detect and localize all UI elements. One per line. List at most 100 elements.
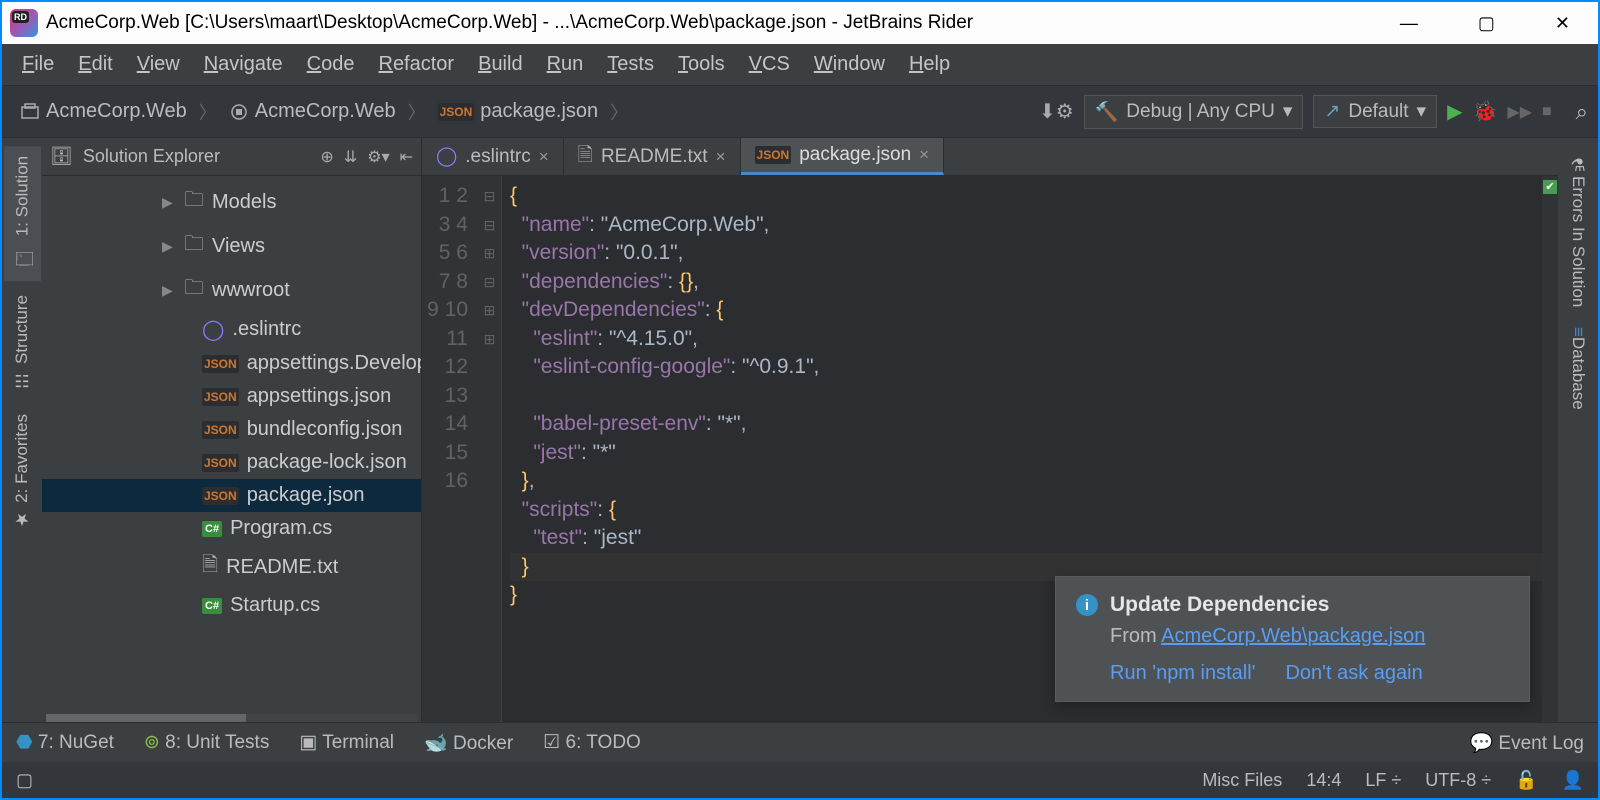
close-icon[interactable]: × (539, 147, 549, 167)
tool-tab-solution[interactable]: 🗔1: Solution (4, 146, 41, 281)
coverage-button[interactable]: ▶▶ (1507, 102, 1532, 122)
tree-item-label: README.txt (226, 556, 338, 579)
explorer-scrollbar[interactable] (46, 714, 417, 722)
tree-item-label: package.json (247, 484, 365, 507)
target-icon[interactable]: ⊕ (320, 147, 333, 167)
collapse-all-icon[interactable]: ⇊ (344, 147, 357, 167)
tree-item-label: .eslintrc (232, 318, 301, 341)
deploy-config-combo[interactable]: ↗ Default▾ (1313, 95, 1437, 128)
search-everywhere-button[interactable]: ⌕ (1576, 99, 1588, 125)
text-file-icon: 🗎 (578, 141, 593, 173)
tree-item[interactable]: JSONappsettings.json (42, 380, 421, 413)
tree-item-label: Program.cs (230, 517, 332, 540)
status-caret[interactable]: 14:4 (1306, 770, 1341, 791)
analysis-stripe[interactable]: ✔ (1542, 176, 1558, 722)
notification-action-run[interactable]: Run 'npm install' (1110, 662, 1255, 685)
menu-help[interactable]: Help (899, 47, 960, 82)
tree-item[interactable]: C# Program.cs (42, 512, 421, 545)
tree-item-label: appsettings.json (247, 385, 392, 408)
build-icon[interactable]: ⬇⚙ (1039, 99, 1074, 124)
tool-tab-structure[interactable]: ☷Structure (8, 285, 36, 400)
maximize-button[interactable]: ▢ (1478, 13, 1495, 34)
tool-tab-favorites[interactable]: ★2: Favorites (8, 404, 36, 539)
close-button[interactable]: ✕ (1555, 13, 1570, 34)
run-button[interactable]: ▶ (1447, 99, 1462, 124)
menu-tests[interactable]: Tests (597, 47, 664, 82)
status-context[interactable]: Misc Files (1202, 770, 1282, 791)
tool-tab-database[interactable]: ≡Database (1564, 317, 1592, 420)
debug-button[interactable]: 🐞 (1472, 99, 1497, 124)
folder-icon: 🗀 (184, 229, 204, 263)
json-icon: JSON (202, 487, 239, 505)
tool-tab-nuget[interactable]: ⬣ 7: NuGet (16, 731, 114, 754)
notification-action-dismiss[interactable]: Don't ask again (1285, 662, 1422, 685)
app-icon (10, 9, 38, 37)
breadcrumb-item[interactable]: AcmeCorp.Web (12, 96, 195, 127)
tree-item[interactable]: C#Startup.cs (42, 589, 421, 622)
tree-item[interactable]: ▶🗀Views (42, 224, 421, 268)
breadcrumb-item[interactable]: JSON package.json (430, 96, 607, 127)
hide-icon[interactable]: ⇤ (400, 147, 413, 167)
menu-file[interactable]: File (12, 47, 64, 82)
solution-tree[interactable]: ▶🗀Models▶🗀Views▶🗀wwwroot◯.eslintrcJSONap… (42, 176, 421, 714)
tree-item-label: Models (212, 191, 276, 214)
close-icon[interactable]: × (716, 147, 726, 167)
json-icon: JSON (202, 454, 239, 472)
notification-source-link[interactable]: AcmeCorp.Web\package.json (1161, 625, 1425, 647)
tree-item[interactable]: ▶🗀Models (42, 180, 421, 224)
tree-item[interactable]: JSONbundleconfig.json (42, 413, 421, 446)
eslint-icon: ◯ (202, 317, 224, 342)
status-encoding[interactable]: UTF-8 ÷ (1425, 770, 1491, 791)
analysis-ok-icon: ✔ (1543, 180, 1557, 194)
toolwindows-toggle-icon[interactable]: ▢ (16, 770, 33, 791)
tree-item[interactable]: JSONpackage-lock.json (42, 446, 421, 479)
fold-gutter[interactable]: ⊟⊟⊞⊟⊞⊞ (478, 176, 502, 722)
window-title: AcmeCorp.Web [C:\Users\maart\Desktop\Acm… (46, 12, 973, 34)
event-log-button[interactable]: 💬 Event Log (1469, 731, 1584, 755)
chevron-right-icon[interactable]: ▶ (162, 282, 176, 299)
editor-tab[interactable]: 🗎 README.txt × (564, 138, 741, 175)
editor-tab[interactable]: ◯.eslintrc× (422, 138, 564, 175)
menu-refactor[interactable]: Refactor (368, 47, 464, 82)
tree-item[interactable]: JSON package.json (42, 479, 421, 512)
menu-edit[interactable]: Edit (68, 47, 122, 82)
menu-run[interactable]: Run (537, 47, 594, 82)
status-line-separator[interactable]: LF ÷ (1365, 770, 1401, 791)
tree-item[interactable]: 🗎README.txt (42, 545, 421, 589)
notification-body: From AcmeCorp.Web\package.json (1110, 625, 1509, 648)
chevron-right-icon[interactable]: ▶ (162, 238, 176, 255)
minimize-button[interactable]: — (1400, 13, 1418, 34)
tab-label: README.txt (601, 146, 708, 168)
notification-popup: i Update Dependencies From AcmeCorp.Web\… (1055, 576, 1530, 702)
menu-tools[interactable]: Tools (668, 47, 735, 82)
run-config-combo[interactable]: 🔨 Debug | Any CPU▾ (1084, 95, 1304, 129)
menu-build[interactable]: Build (468, 47, 532, 82)
breadcrumb-item[interactable]: AcmeCorp.Web (221, 96, 404, 127)
tab-label: package.json (799, 144, 911, 166)
csharp-icon: C# (202, 521, 222, 537)
tree-item[interactable]: JSONappsettings.Develop (42, 347, 421, 380)
tool-tab-errors[interactable]: ⚗Errors In Solution (1564, 146, 1592, 317)
menu-window[interactable]: Window (804, 47, 895, 82)
menu-navigate[interactable]: Navigate (194, 47, 293, 82)
menu-view[interactable]: View (127, 47, 190, 82)
tree-item[interactable]: ◯ .eslintrc (42, 312, 421, 347)
close-icon[interactable]: × (919, 145, 929, 165)
tool-tab-terminal[interactable]: ▣ Terminal (299, 731, 394, 754)
chevron-right-icon[interactable]: ▶ (162, 194, 176, 211)
stop-button[interactable]: ■ (1542, 103, 1552, 121)
inspector-icon[interactable]: 👤 (1562, 770, 1584, 791)
tool-tab-todo[interactable]: ☑ 6: TODO (543, 731, 641, 754)
tree-item[interactable]: ▶🗀wwwroot (42, 268, 421, 312)
editor-tab[interactable]: JSONpackage.json× (741, 138, 945, 175)
json-icon: JSON (438, 103, 475, 121)
menu-vcs[interactable]: VCS (739, 47, 800, 82)
menu-code[interactable]: Code (297, 47, 365, 82)
lock-icon[interactable]: 🔓 (1515, 770, 1537, 791)
statusbar: ▢ Misc Files 14:4 LF ÷ UTF-8 ÷ 🔓 👤 (2, 762, 1598, 798)
hammer-icon: 🔨 (1095, 100, 1119, 124)
settings-icon[interactable]: ⚙▾ (367, 147, 389, 167)
toolbar: AcmeCorp.Web 〉 AcmeCorp.Web 〉 JSON packa… (2, 86, 1598, 138)
tool-tab-docker[interactable]: 🐋 Docker (424, 731, 513, 755)
tool-tab-unittests[interactable]: ⊚ 8: Unit Tests (144, 731, 269, 754)
